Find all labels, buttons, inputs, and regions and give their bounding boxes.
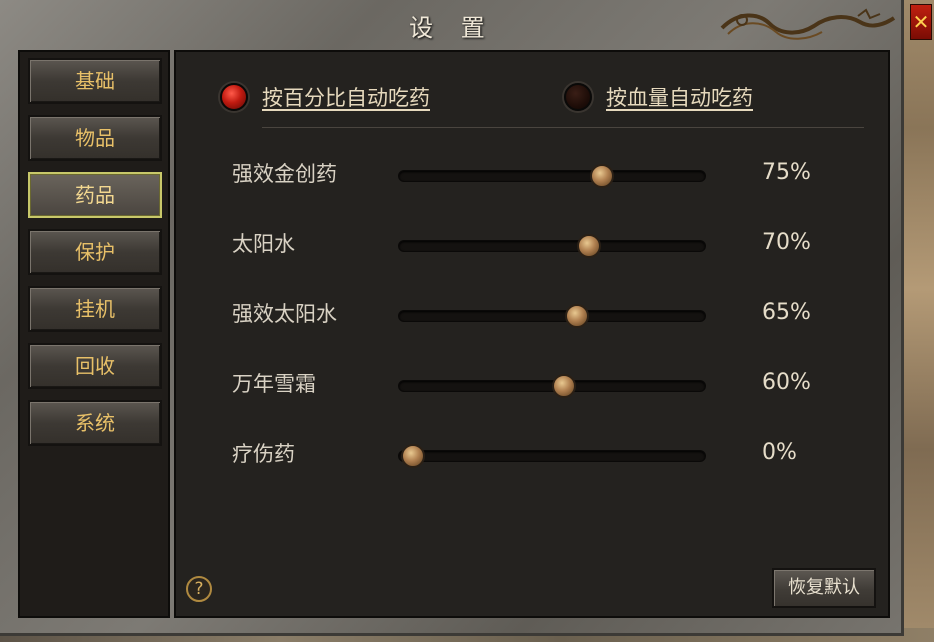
potion-slider[interactable] bbox=[398, 234, 706, 258]
dragon-ornament-icon bbox=[720, 8, 896, 40]
tab-recycle[interactable]: 回收 bbox=[28, 343, 162, 389]
settings-window: 设 置 基础 物品 药品 保护 挂机 回收 系统 按百分比自动吃药 按血量自动吃… bbox=[0, 0, 904, 636]
potion-slider[interactable] bbox=[398, 304, 706, 328]
potion-slider[interactable] bbox=[398, 374, 706, 398]
tab-auto-hunt[interactable]: 挂机 bbox=[28, 286, 162, 332]
slider-knob[interactable] bbox=[552, 374, 577, 398]
slider-knob[interactable] bbox=[590, 164, 614, 188]
potion-percent: 70% bbox=[762, 230, 811, 255]
potion-name: 太阳水 bbox=[232, 232, 295, 256]
mode-percent-option[interactable]: 按百分比自动吃药 bbox=[220, 80, 430, 114]
reset-default-button[interactable]: 恢复默认 bbox=[772, 568, 876, 608]
potion-percent: 65% bbox=[762, 300, 811, 325]
tab-basic[interactable]: 基础 bbox=[28, 58, 162, 104]
title-bar: 设 置 bbox=[0, 0, 904, 48]
tab-items[interactable]: 物品 bbox=[28, 115, 162, 161]
sidebar: 基础 物品 药品 保护 挂机 回收 系统 bbox=[18, 50, 170, 618]
mode-hp-radio[interactable] bbox=[564, 83, 592, 111]
mode-hp-label[interactable]: 按血量自动吃药 bbox=[606, 82, 753, 112]
mode-percent-radio[interactable] bbox=[220, 83, 248, 111]
potion-percent: 60% bbox=[762, 370, 811, 395]
divider bbox=[262, 127, 864, 128]
potion-name: 强效金创药 bbox=[232, 162, 337, 186]
help-icon[interactable]: ? bbox=[186, 576, 212, 602]
potion-name: 疗伤药 bbox=[232, 442, 295, 466]
medicine-panel: 按百分比自动吃药 按血量自动吃药 强效金创药 75% 太阳水 70% 强效太阳水… bbox=[174, 50, 890, 618]
potion-name: 万年雪霜 bbox=[232, 372, 316, 396]
tab-protection[interactable]: 保护 bbox=[28, 229, 162, 275]
close-icon[interactable]: ✕ bbox=[910, 4, 932, 40]
potion-slider[interactable] bbox=[398, 164, 706, 188]
potion-slider[interactable] bbox=[398, 444, 706, 468]
slider-knob[interactable] bbox=[401, 444, 425, 468]
potion-percent: 75% bbox=[762, 160, 811, 185]
tab-medicine[interactable]: 药品 bbox=[28, 172, 162, 218]
slider-knob[interactable] bbox=[577, 234, 602, 258]
mode-hp-option[interactable]: 按血量自动吃药 bbox=[564, 80, 753, 114]
potion-name: 强效太阳水 bbox=[232, 302, 337, 326]
slider-knob[interactable] bbox=[564, 304, 589, 328]
potion-percent: 0% bbox=[762, 440, 797, 465]
mode-percent-label[interactable]: 按百分比自动吃药 bbox=[262, 82, 430, 112]
tab-system[interactable]: 系统 bbox=[28, 400, 162, 446]
